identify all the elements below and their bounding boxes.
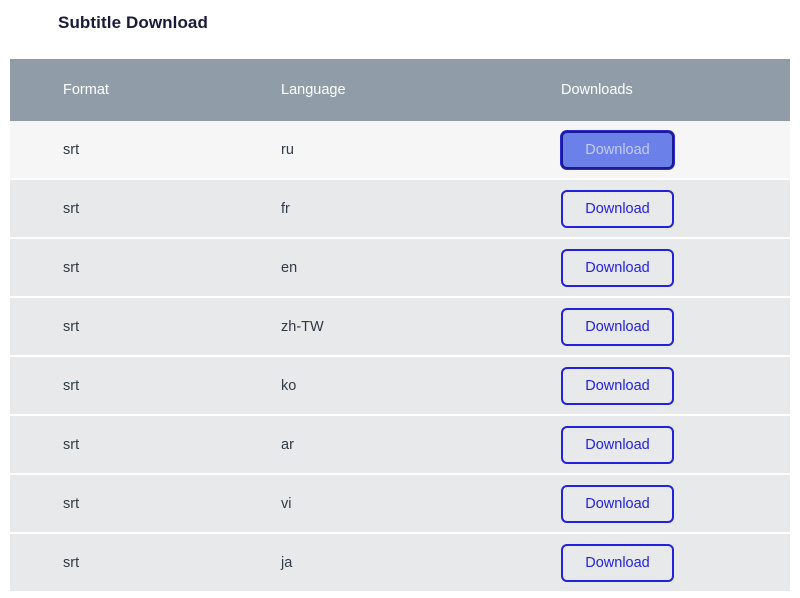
cell-download: Download — [533, 121, 790, 180]
cell-language: ko — [228, 356, 533, 416]
cell-download: Download — [533, 533, 790, 593]
cell-language: en — [228, 238, 533, 298]
page-title: Subtitle Download — [58, 13, 208, 32]
cell-language: ar — [228, 415, 533, 475]
cell-format: srt — [10, 238, 228, 298]
table-body: srt ru Download srt fr Download srt en Download s… — [10, 121, 790, 593]
download-button[interactable]: Download — [561, 189, 674, 228]
download-button[interactable]: Download — [561, 307, 674, 346]
table-row: srt vi Download — [10, 474, 790, 534]
download-button[interactable]: Download — [561, 425, 674, 464]
cell-language: ja — [228, 533, 533, 593]
download-button[interactable]: Download — [561, 484, 674, 523]
cell-format: srt — [10, 474, 228, 534]
cell-download: Download — [533, 474, 790, 534]
download-button[interactable]: Download — [561, 248, 674, 287]
subtitle-table: Format Language Downloads srt ru Download s… — [10, 59, 790, 593]
download-button[interactable]: Download — [561, 130, 674, 169]
table-row: srt ko Download — [10, 356, 790, 416]
download-button[interactable]: Download — [561, 366, 674, 405]
column-header-format: Format — [10, 59, 228, 121]
subtitle-download-page: Subtitle Download Format Language Downlo… — [0, 0, 800, 598]
table-row: srt ru Download — [10, 121, 790, 180]
table-row: srt ar Download — [10, 415, 790, 475]
cell-download: Download — [533, 356, 790, 416]
cell-language: vi — [228, 474, 533, 534]
column-header-language: Language — [228, 59, 533, 121]
table-row: srt zh-TW Download — [10, 297, 790, 357]
cell-download: Download — [533, 238, 790, 298]
table-header: Format Language Downloads — [10, 59, 790, 121]
column-header-downloads: Downloads — [533, 59, 790, 121]
table-row: srt en Download — [10, 238, 790, 298]
table-row: srt fr Download — [10, 179, 790, 239]
subtitle-table-container: Format Language Downloads srt ru Download s… — [10, 59, 790, 593]
table-header-row: Format Language Downloads — [10, 59, 790, 121]
cell-format: srt — [10, 415, 228, 475]
cell-download: Download — [533, 415, 790, 475]
cell-download: Download — [533, 297, 790, 357]
cell-format: srt — [10, 121, 228, 180]
cell-format: srt — [10, 179, 228, 239]
cell-format: srt — [10, 297, 228, 357]
table-row: srt ja Download — [10, 533, 790, 593]
cell-language: fr — [228, 179, 533, 239]
cell-format: srt — [10, 356, 228, 416]
cell-language: zh-TW — [228, 297, 533, 357]
cell-download: Download — [533, 179, 790, 239]
cell-format: srt — [10, 533, 228, 593]
download-button[interactable]: Download — [561, 543, 674, 582]
cell-language: ru — [228, 121, 533, 180]
